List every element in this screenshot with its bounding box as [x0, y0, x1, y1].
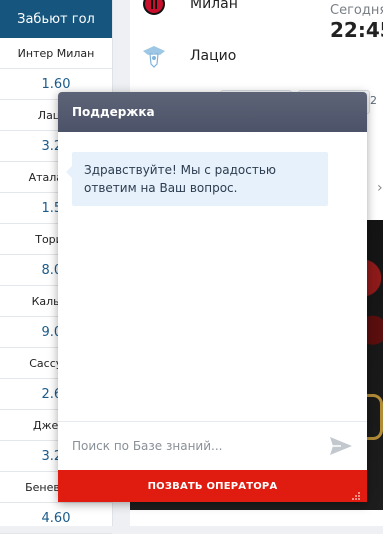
chat-greeting-message: Здравствуйте! Мы с радостью ответим на В…	[66, 152, 328, 206]
chat-title: Поддержка	[72, 105, 155, 119]
day-label: Сегодня	[330, 3, 383, 18]
odds-value-row[interactable]: 4.60	[0, 503, 112, 534]
team2-row: Лацио	[140, 42, 236, 70]
chat-input-row	[58, 421, 367, 470]
send-icon[interactable]	[327, 432, 355, 460]
team1-name: Милан	[190, 0, 238, 12]
call-operator-button[interactable]: ПОЗВАТЬ ОПЕРАТОРА	[58, 470, 367, 502]
odds-header: Забьют гол	[0, 0, 112, 38]
knowledge-search-input[interactable]	[58, 438, 327, 454]
chevron-right-icon[interactable]: ›	[377, 180, 383, 196]
team1-row: Милан	[140, 0, 238, 18]
odds-team-row: Интер Милан	[0, 38, 112, 69]
page-number[interactable]: 2	[370, 94, 377, 107]
lazio-badge-icon	[140, 42, 168, 70]
team2-name: Лацио	[190, 48, 237, 64]
odds-value[interactable]: 4.60	[42, 511, 71, 526]
team-name: Интер Милан	[17, 46, 95, 60]
odds-value[interactable]: 1.60	[42, 77, 71, 92]
time-value: 22:45	[330, 18, 383, 42]
resize-handle-icon[interactable]	[351, 486, 361, 500]
chat-header[interactable]: Поддержка	[58, 92, 367, 132]
support-chat-widget: Поддержка Здравствуйте! Мы с радостью от…	[58, 92, 367, 502]
milan-badge-icon	[140, 0, 168, 18]
match-time: Сегодня 22:45	[330, 3, 383, 42]
